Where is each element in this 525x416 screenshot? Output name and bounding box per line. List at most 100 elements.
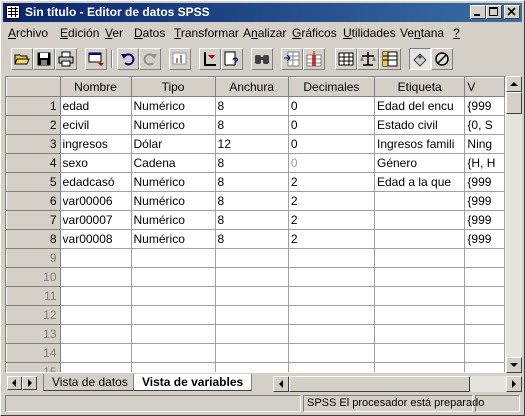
cell-anchura[interactable]: 8 bbox=[214, 210, 289, 230]
row-header[interactable]: 1 bbox=[6, 96, 61, 116]
empty-cell[interactable] bbox=[59, 343, 132, 363]
menu-graficos[interactable]: Gráficos bbox=[292, 26, 337, 40]
row-header[interactable]: 6 bbox=[6, 191, 61, 211]
empty-cell[interactable] bbox=[59, 286, 132, 306]
cell-nombre[interactable]: edad bbox=[59, 96, 132, 116]
cell-etiqueta[interactable]: Género bbox=[373, 153, 466, 173]
cell-etiqueta[interactable]: Estado civil bbox=[373, 115, 466, 135]
horizontal-scrollbar[interactable] bbox=[273, 376, 522, 392]
cell-nombre[interactable]: sexo bbox=[59, 153, 132, 173]
empty-cell[interactable] bbox=[373, 362, 466, 372]
cell-etiqueta[interactable] bbox=[373, 191, 466, 211]
use-sets-button[interactable] bbox=[431, 48, 453, 70]
empty-cell[interactable] bbox=[130, 305, 216, 325]
cell-decimales[interactable]: 0 bbox=[287, 134, 376, 154]
tab-data-view[interactable]: Vista de datos bbox=[43, 374, 136, 391]
empty-cell[interactable] bbox=[130, 267, 216, 287]
empty-cell[interactable] bbox=[373, 248, 466, 268]
close-button[interactable] bbox=[504, 5, 520, 19]
spss-app-icon[interactable] bbox=[6, 5, 20, 19]
empty-cell[interactable] bbox=[130, 343, 216, 363]
col-header-decimales[interactable]: Decimales bbox=[287, 77, 376, 97]
cell-tipo[interactable]: Numérico bbox=[130, 191, 216, 211]
cell-tipo[interactable]: Dólar bbox=[130, 134, 216, 154]
empty-cell[interactable] bbox=[214, 248, 289, 268]
menu-help[interactable]: ? bbox=[453, 26, 460, 40]
vertical-scrollbar[interactable] bbox=[506, 76, 522, 373]
cell-nombre[interactable]: edadcasó bbox=[59, 172, 132, 192]
value-labels-button[interactable] bbox=[409, 48, 431, 70]
cell-nombre[interactable]: ecivil bbox=[59, 115, 132, 135]
cell-valores[interactable]: {999 bbox=[464, 210, 505, 230]
row-header[interactable]: 12 bbox=[6, 305, 61, 325]
empty-cell[interactable] bbox=[464, 286, 505, 306]
row-header[interactable]: 15 bbox=[6, 362, 61, 372]
scroll-down-button[interactable] bbox=[506, 357, 522, 373]
empty-cell[interactable] bbox=[287, 362, 376, 372]
open-button[interactable] bbox=[11, 48, 33, 70]
cell-anchura[interactable]: 12 bbox=[214, 134, 289, 154]
empty-cell[interactable] bbox=[464, 305, 505, 325]
tab-scroll-right-button[interactable] bbox=[22, 376, 37, 390]
cell-decimales[interactable]: 0 bbox=[287, 96, 376, 116]
row-header[interactable]: 8 bbox=[6, 229, 61, 249]
row-header[interactable]: 14 bbox=[6, 343, 61, 363]
print-button[interactable] bbox=[55, 48, 77, 70]
weight-cases-button[interactable] bbox=[357, 48, 379, 70]
empty-cell[interactable] bbox=[464, 267, 505, 287]
dialog-recall-button[interactable] bbox=[85, 48, 107, 70]
vertical-scroll-thumb[interactable] bbox=[506, 92, 522, 114]
cell-decimales[interactable]: 2 bbox=[287, 210, 376, 230]
col-header-anchura[interactable]: Anchura bbox=[214, 77, 289, 97]
cell-tipo[interactable]: Cadena bbox=[130, 153, 216, 173]
menu-analizar[interactable]: Analizar bbox=[243, 26, 286, 40]
corner-cell[interactable] bbox=[6, 77, 61, 97]
menu-datos[interactable]: Datos bbox=[134, 26, 165, 40]
cell-tipo[interactable]: Numérico bbox=[130, 172, 216, 192]
undo-button[interactable] bbox=[117, 48, 139, 70]
cell-tipo[interactable]: Numérico bbox=[130, 115, 216, 135]
empty-cell[interactable] bbox=[373, 267, 466, 287]
empty-cell[interactable] bbox=[464, 324, 505, 344]
maximize-button[interactable] bbox=[486, 5, 502, 19]
cell-etiqueta[interactable] bbox=[373, 210, 466, 230]
empty-cell[interactable] bbox=[214, 343, 289, 363]
cell-tipo[interactable]: Numérico bbox=[130, 210, 216, 230]
empty-cell[interactable] bbox=[130, 324, 216, 344]
row-header[interactable]: 7 bbox=[6, 210, 61, 230]
empty-cell[interactable] bbox=[214, 362, 289, 372]
title-bar[interactable]: Sin título - Editor de datos SPSS bbox=[3, 3, 522, 22]
cell-anchura[interactable]: 8 bbox=[214, 96, 289, 116]
empty-cell[interactable] bbox=[287, 343, 376, 363]
row-header[interactable]: 4 bbox=[6, 153, 61, 173]
menu-edicion[interactable]: Edición bbox=[60, 26, 99, 40]
empty-cell[interactable] bbox=[59, 248, 132, 268]
tab-variable-view[interactable]: Vista de variables bbox=[133, 374, 253, 391]
cell-decimales[interactable]: 2 bbox=[287, 229, 376, 249]
empty-cell[interactable] bbox=[287, 324, 376, 344]
row-header[interactable]: 13 bbox=[6, 324, 61, 344]
cell-etiqueta[interactable]: Ingresos famili bbox=[373, 134, 466, 154]
col-header-etiqueta[interactable]: Etiqueta bbox=[373, 77, 466, 97]
cell-valores[interactable]: {999 bbox=[464, 172, 505, 192]
empty-cell[interactable] bbox=[287, 305, 376, 325]
empty-cell[interactable] bbox=[130, 362, 216, 372]
col-header-tipo[interactable]: Tipo bbox=[130, 77, 216, 97]
goto-case-button[interactable] bbox=[199, 48, 221, 70]
empty-cell[interactable] bbox=[130, 248, 216, 268]
select-cases-button[interactable] bbox=[379, 48, 401, 70]
cell-etiqueta[interactable] bbox=[373, 229, 466, 249]
cell-decimales[interactable]: 2 bbox=[287, 172, 376, 192]
tab-scroll-left-button[interactable] bbox=[7, 376, 22, 390]
cell-anchura[interactable]: 8 bbox=[214, 191, 289, 211]
goto-chart-button[interactable] bbox=[169, 48, 191, 70]
cell-nombre[interactable]: var00006 bbox=[59, 191, 132, 211]
empty-cell[interactable] bbox=[373, 324, 466, 344]
cell-valores[interactable]: {0, S bbox=[464, 115, 505, 135]
row-header[interactable]: 3 bbox=[6, 134, 61, 154]
insert-variable-button[interactable] bbox=[303, 48, 325, 70]
empty-cell[interactable] bbox=[59, 324, 132, 344]
cell-anchura[interactable]: 8 bbox=[214, 153, 289, 173]
cell-tipo[interactable]: Numérico bbox=[130, 96, 216, 116]
empty-cell[interactable] bbox=[59, 305, 132, 325]
